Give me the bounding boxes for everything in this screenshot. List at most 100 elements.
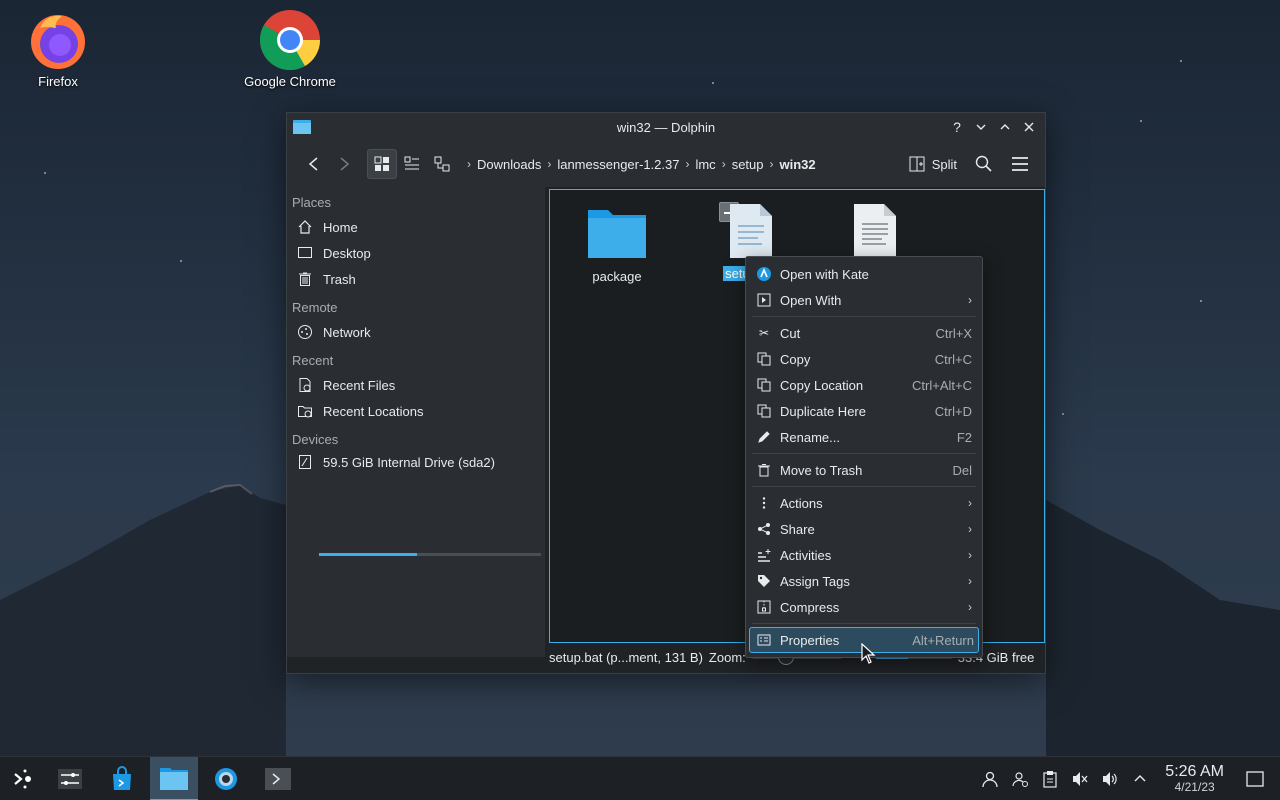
sidebar-item-trash[interactable]: Trash bbox=[287, 266, 545, 292]
menu-item-label: Open with Kate bbox=[780, 266, 869, 282]
sidebar-item-home[interactable]: Home bbox=[287, 214, 545, 240]
sidebar-item-recent-locations[interactable]: Recent Locations bbox=[287, 398, 545, 424]
help-button[interactable]: ? bbox=[947, 117, 967, 137]
file-item-package[interactable]: package bbox=[572, 204, 662, 284]
home-icon bbox=[297, 219, 313, 235]
clipboard-icon[interactable] bbox=[1035, 770, 1065, 788]
submenu-arrow-icon: › bbox=[968, 600, 972, 614]
taskbar-system-settings[interactable] bbox=[202, 757, 250, 800]
terminal-icon bbox=[265, 768, 291, 790]
close-button[interactable] bbox=[1019, 117, 1039, 137]
icons-view-button[interactable] bbox=[367, 149, 397, 179]
open-with-icon bbox=[756, 292, 772, 308]
recent-section-header: Recent bbox=[292, 353, 334, 368]
breadcrumb-downloads[interactable]: Downloads bbox=[471, 157, 547, 172]
trash-icon bbox=[297, 271, 313, 287]
desktop-icon-firefox[interactable]: Firefox bbox=[3, 8, 113, 89]
split-icon bbox=[909, 156, 925, 172]
chrome-icon bbox=[258, 8, 322, 72]
clock[interactable]: 5:26 AM 4/21/23 bbox=[1165, 763, 1224, 793]
sidebar-item-label: 59.5 GiB Internal Drive (sda2) bbox=[323, 454, 495, 470]
tag-icon bbox=[756, 573, 772, 589]
minimize-button[interactable] bbox=[971, 117, 991, 137]
firefox-icon bbox=[26, 8, 90, 72]
sidebar-item-internal-drive[interactable]: 59.5 GiB Internal Drive (sda2) bbox=[287, 451, 545, 473]
sidebar-item-desktop[interactable]: Desktop bbox=[287, 240, 545, 266]
menu-item-assign-tags[interactable]: Assign Tags › bbox=[746, 568, 982, 594]
network-icon bbox=[297, 324, 313, 340]
menu-item-open-with-kate[interactable]: Open with Kate bbox=[746, 261, 982, 287]
copy-location-icon bbox=[756, 377, 772, 393]
menu-item-label: Properties bbox=[780, 632, 840, 648]
menu-item-label: Assign Tags bbox=[780, 573, 850, 589]
mouse-cursor-icon bbox=[861, 643, 876, 664]
menu-item-shortcut: Del bbox=[952, 462, 972, 478]
menu-item-duplicate-here[interactable]: Duplicate Here Ctrl+D bbox=[746, 398, 982, 424]
breadcrumb-win32[interactable]: win32 bbox=[774, 157, 822, 172]
taskbar-konsole[interactable] bbox=[254, 757, 302, 800]
hamburger-menu-button[interactable] bbox=[1005, 149, 1035, 179]
desktop-icon-chrome[interactable]: Google Chrome bbox=[235, 8, 345, 89]
search-button[interactable] bbox=[969, 149, 999, 179]
menu-item-label: Duplicate Here bbox=[780, 403, 866, 419]
audio-muted-icon[interactable] bbox=[1065, 770, 1095, 788]
submenu-arrow-icon: › bbox=[968, 293, 972, 307]
taskbar-dolphin[interactable] bbox=[150, 757, 198, 800]
breadcrumb-setup[interactable]: setup bbox=[726, 157, 770, 172]
sidebar-item-label: Network bbox=[323, 324, 371, 340]
menu-item-activities[interactable]: Activities › bbox=[746, 542, 982, 568]
split-button[interactable]: Split bbox=[903, 149, 963, 179]
menu-item-copy[interactable]: Copy Ctrl+C bbox=[746, 346, 982, 372]
application-launcher-button[interactable] bbox=[0, 757, 48, 800]
taskbar: 5:26 AM 4/21/23 bbox=[0, 756, 1280, 800]
share-icon bbox=[756, 521, 772, 537]
menu-item-move-to-trash[interactable]: Move to Trash Del bbox=[746, 457, 982, 483]
menu-item-actions[interactable]: Actions › bbox=[746, 490, 982, 516]
menu-separator bbox=[752, 453, 976, 454]
sidebar-item-recent-files[interactable]: Recent Files bbox=[287, 372, 545, 398]
hamburger-icon bbox=[1012, 157, 1028, 171]
kate-icon bbox=[756, 266, 772, 282]
volume-icon[interactable] bbox=[1095, 770, 1125, 788]
details-view-button[interactable] bbox=[427, 149, 457, 179]
devices-section-header: Devices bbox=[292, 432, 339, 447]
menu-item-label: Move to Trash bbox=[780, 462, 863, 478]
menu-item-label: Copy Location bbox=[780, 377, 864, 393]
menu-item-rename[interactable]: Rename... F2 bbox=[746, 424, 982, 450]
show-desktop-icon[interactable] bbox=[1240, 771, 1270, 787]
compact-view-button[interactable] bbox=[397, 149, 427, 179]
menu-separator bbox=[752, 623, 976, 624]
menu-separator bbox=[752, 316, 976, 317]
recent-locations-icon bbox=[297, 403, 313, 419]
menu-item-cut[interactable]: ✂ Cut Ctrl+X bbox=[746, 320, 982, 346]
sidebar-item-network[interactable]: Network bbox=[287, 319, 545, 345]
menu-item-copy-location[interactable]: Copy Location Ctrl+Alt+C bbox=[746, 372, 982, 398]
split-label: Split bbox=[931, 156, 957, 172]
forward-button[interactable] bbox=[329, 149, 359, 179]
text-file-icon bbox=[854, 204, 896, 258]
breadcrumb-lanmessenger[interactable]: lanmessenger-1.2.37 bbox=[551, 157, 685, 172]
menu-item-compress[interactable]: Compress › bbox=[746, 594, 982, 620]
sidebar-item-label: Home bbox=[323, 219, 358, 235]
taskbar-discover[interactable] bbox=[98, 757, 146, 800]
user-icon[interactable] bbox=[975, 770, 1005, 788]
menu-item-shortcut: Ctrl+X bbox=[935, 325, 972, 341]
breadcrumb-lmc[interactable]: lmc bbox=[689, 157, 721, 172]
taskbar-system-settings-quick[interactable] bbox=[46, 757, 94, 800]
user-switch-icon[interactable] bbox=[1005, 770, 1035, 788]
menu-item-open-with[interactable]: Open With › bbox=[746, 287, 982, 313]
folder-icon bbox=[160, 768, 188, 790]
back-button[interactable] bbox=[299, 149, 329, 179]
maximize-button[interactable] bbox=[995, 117, 1015, 137]
window-titlebar[interactable]: win32 — Dolphin ? bbox=[287, 113, 1045, 141]
tray-expand-icon[interactable] bbox=[1125, 772, 1155, 786]
batch-file-icon bbox=[730, 204, 772, 258]
menu-item-shortcut: Ctrl+D bbox=[934, 403, 972, 419]
desktop-icon-label: Google Chrome bbox=[244, 74, 336, 89]
remote-section-header: Remote bbox=[292, 300, 338, 315]
menu-item-shortcut: F2 bbox=[956, 429, 972, 445]
submenu-arrow-icon: › bbox=[968, 496, 972, 510]
menu-item-share[interactable]: Share › bbox=[746, 516, 982, 542]
clock-time: 5:26 AM bbox=[1165, 763, 1224, 781]
drive-usage-fill bbox=[319, 553, 417, 556]
